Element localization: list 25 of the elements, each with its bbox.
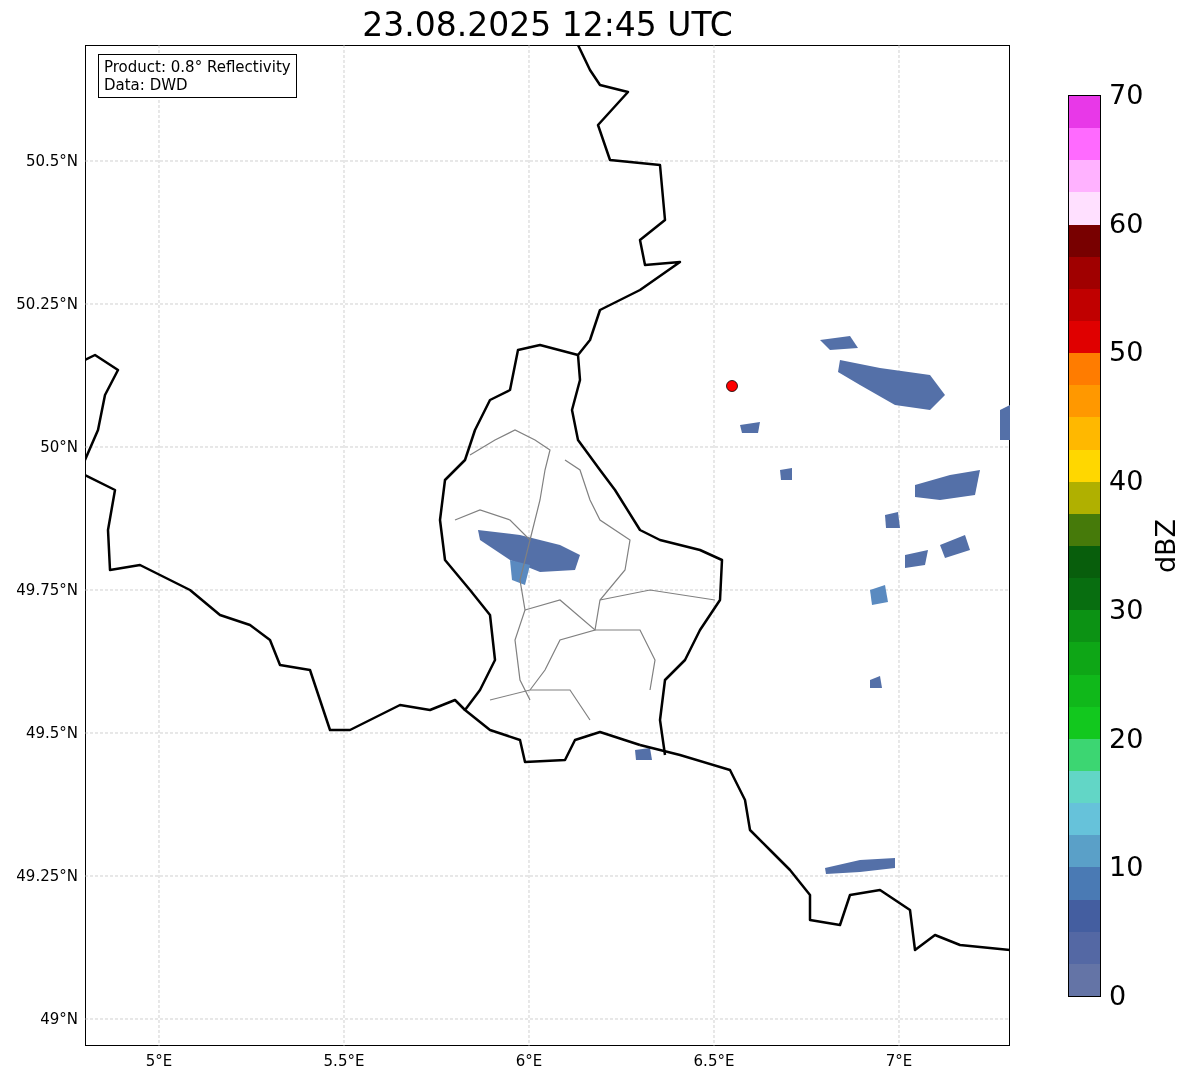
x-tick-label: 5.5°E [322, 1052, 366, 1070]
info-text: Product: 0.8° Reflectivity [104, 58, 291, 76]
colorbar-tick-label: 20 [1109, 723, 1144, 754]
x-tick-label: 5°E [144, 1052, 174, 1070]
colorbar-tick-label: 40 [1109, 466, 1144, 497]
x-tick-label: 7°E [884, 1052, 914, 1070]
x-tick-label: 6°E [514, 1052, 544, 1070]
y-tick-label: 50°N [40, 438, 78, 456]
colorbar-label: dBZ [1151, 518, 1181, 574]
y-tick-label: 49.25°N [16, 867, 78, 885]
colorbar-tick-label: 0 [1109, 981, 1127, 1011]
colorbar-tick-label: 30 [1109, 594, 1144, 625]
info-text: Data: DWD [104, 76, 189, 94]
colorbar-tick-label: 60 [1109, 208, 1144, 239]
colorbar-tick-label: 70 [1109, 80, 1144, 110]
colorbar-tick-label: 10 [1109, 852, 1144, 883]
y-tick-label: 50.5°N [25, 152, 78, 170]
radar-site-marker [726, 380, 738, 392]
y-tick-label: 49.75°N [16, 581, 78, 599]
y-tick-label: 49°N [40, 1010, 78, 1028]
y-tick-label: 49.5°N [25, 724, 78, 742]
chart-title: 23.08.2025 12:45 UTC [362, 5, 733, 45]
x-tick-label: 6.5°E [692, 1052, 736, 1070]
colorbar-tick-label: 50 [1109, 337, 1144, 368]
y-tick-label: 50.25°N [16, 295, 78, 313]
